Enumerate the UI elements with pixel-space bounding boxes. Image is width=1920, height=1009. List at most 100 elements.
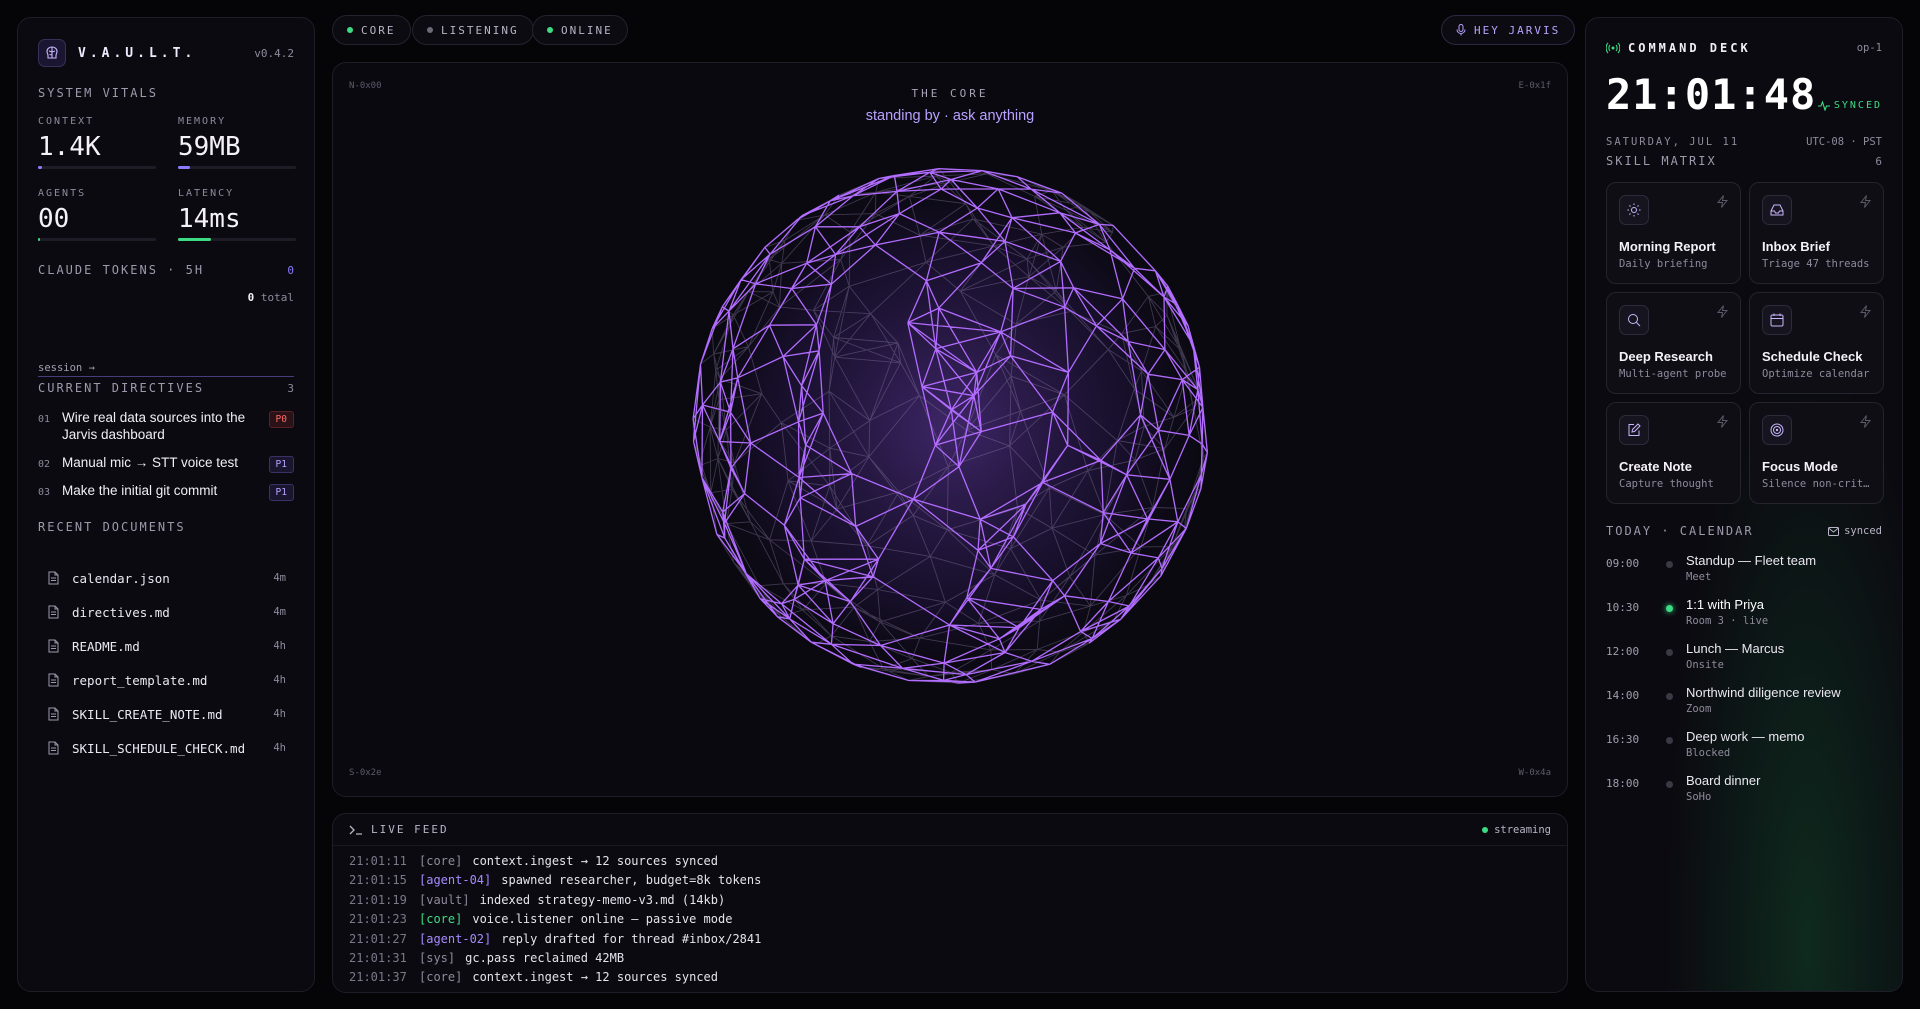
document-item[interactable]: README.md 4h: [38, 631, 294, 661]
file-icon: [48, 741, 59, 755]
file-icon: [48, 707, 59, 721]
event-time: 18:00: [1606, 777, 1640, 790]
session-link[interactable]: session →: [38, 362, 294, 377]
tokens-total: 0 total: [248, 291, 294, 304]
pulse-icon: [1817, 100, 1830, 111]
directive-item[interactable]: 02 Manual mic → STT voice test P1: [38, 454, 294, 473]
event-time: 14:00: [1606, 689, 1640, 702]
vital-label: AGENTS: [38, 188, 87, 199]
status-pill-online[interactable]: ONLINE: [532, 15, 628, 45]
document-name: calendar.json: [72, 570, 170, 586]
feed-message: voice.listener online — passive mode: [472, 912, 733, 927]
document-age: 4m: [273, 572, 286, 584]
vital-bar-fill: [38, 238, 41, 241]
event-title: Northwind diligence review: [1686, 685, 1841, 700]
hey-jarvis-label: HEY JARVIS: [1474, 23, 1561, 37]
document-item[interactable]: report_template.md 4h: [38, 665, 294, 695]
directive-number: 03: [38, 487, 51, 498]
status-pill-listening[interactable]: LISTENING: [412, 15, 534, 45]
calendar-event[interactable]: 10:30 1:1 with Priya Room 3 · live: [1606, 597, 1882, 637]
directive-text: Wire real data sources into the Jarvis d…: [62, 410, 246, 442]
directive-item[interactable]: 01 Wire real data sources into the Jarvis…: [38, 409, 294, 443]
tokens-total-suffix: total: [254, 291, 294, 304]
skill-description: Daily briefing: [1619, 258, 1708, 270]
skill-card-inbox-brief[interactable]: Inbox Brief Triage 47 threads: [1749, 182, 1884, 284]
feed-line: 21:01:37 [core] context.ingest → 12 source…: [349, 970, 1551, 989]
feed-source: [agent-04]: [419, 873, 492, 888]
feed-header: LIVE FEED streaming: [333, 814, 1567, 846]
calendar-icon: [1762, 305, 1792, 335]
feed-log: 21:01:11 [core] context.ingest → 12 source…: [333, 846, 1567, 990]
skill-card-create-note[interactable]: Create Note Capture thought: [1606, 402, 1741, 504]
bolt-icon: [1716, 415, 1729, 433]
event-title: Lunch — Marcus: [1686, 641, 1785, 656]
feed-source: [core]: [419, 912, 463, 927]
directives-count: 3: [287, 382, 294, 395]
document-age: 4h: [273, 674, 286, 686]
priority-badge: P1: [268, 456, 294, 473]
vital-value: 1.4K: [38, 132, 101, 162]
skill-card-focus-mode[interactable]: Focus Mode Silence non-criti…: [1749, 402, 1884, 504]
calendar-event[interactable]: 09:00 Standup — Fleet team Meet: [1606, 553, 1882, 593]
calendar-event[interactable]: 14:00 Northwind diligence review Zoom: [1606, 685, 1882, 725]
document-item[interactable]: SKILL_SCHEDULE_CHECK.md 4h: [38, 733, 294, 763]
directive-item[interactable]: 03 Make the initial git commit P1: [38, 482, 294, 501]
feed-line: 21:01:31 [sys] gc.pass reclaimed 42MB: [349, 951, 1551, 970]
status-pill-core[interactable]: CORE: [332, 15, 411, 45]
document-name: SKILL_CREATE_NOTE.md: [72, 706, 223, 722]
skill-name: Deep Research: [1619, 349, 1713, 364]
skill-description: Optimize calendar: [1762, 368, 1870, 380]
skill-card-deep-research[interactable]: Deep Research Multi-agent probe: [1606, 292, 1741, 394]
brand-header: V.A.U.L.T. v0.4.2: [38, 38, 294, 68]
skills-title: SKILL MATRIX: [1606, 154, 1717, 168]
skill-card-morning-report[interactable]: Morning Report Daily briefing: [1606, 182, 1741, 284]
date: SATURDAY, JUL 11: [1606, 136, 1740, 148]
terminal-icon: [349, 825, 362, 835]
event-time: 12:00: [1606, 645, 1640, 658]
calendar-event[interactable]: 16:30 Deep work — memo Blocked: [1606, 729, 1882, 769]
search-icon: [1619, 305, 1649, 335]
sync-status: SYNCED: [1817, 100, 1882, 111]
feed-time: 21:01:31: [349, 950, 407, 965]
calendar-event[interactable]: 12:00 Lunch — Marcus Onsite: [1606, 641, 1882, 681]
skill-name: Inbox Brief: [1762, 239, 1830, 254]
file-icon: [48, 571, 59, 585]
directive-number: 01: [38, 414, 51, 425]
skills-count: 6: [1875, 155, 1882, 168]
vital-label: MEMORY: [178, 116, 227, 127]
feed-title: LIVE FEED: [371, 823, 449, 836]
deck-op: op-1: [1856, 42, 1882, 54]
event-subtitle: Meet: [1686, 571, 1712, 583]
skill-card-schedule-check[interactable]: Schedule Check Optimize calendar: [1749, 292, 1884, 394]
feed-message: context.ingest → 12 sources synced: [472, 970, 718, 985]
document-item[interactable]: directives.md 4m: [38, 597, 294, 627]
deck-title: COMMAND DECK: [1628, 41, 1751, 55]
feed-source: [core]: [419, 970, 463, 985]
wireframe-sphere[interactable]: [686, 161, 1216, 691]
event-dot-icon: [1666, 737, 1673, 744]
document-name: directives.md: [72, 604, 170, 620]
document-age: 4h: [273, 640, 286, 652]
feed-message: spawned researcher, budget=8k tokens: [501, 873, 762, 888]
document-item[interactable]: calendar.json 4m: [38, 563, 294, 593]
core-subtitle: standing by · ask anything: [865, 108, 1035, 124]
calendar-event[interactable]: 18:00 Board dinner SoHo: [1606, 773, 1882, 813]
skill-description: Silence non-criti…: [1762, 478, 1875, 490]
live-dot-icon: [1666, 605, 1673, 612]
feed-time: 21:01:37: [349, 970, 407, 985]
feed-line: 21:01:15 [agent-04] spawned researcher, bu…: [349, 873, 1551, 892]
feed-time: 21:01:23: [349, 912, 407, 927]
hey-jarvis-button[interactable]: HEY JARVIS: [1441, 15, 1576, 45]
file-icon: [48, 605, 59, 619]
skill-description: Capture thought: [1619, 478, 1714, 490]
feed-message: reply drafted for thread #inbox/2841: [501, 931, 762, 946]
directive-text: Manual mic → STT voice test: [62, 455, 239, 470]
document-item[interactable]: SKILL_CREATE_NOTE.md 4h: [38, 699, 294, 729]
vital-label: LATENCY: [178, 188, 235, 199]
directive-number: 02: [38, 459, 51, 470]
feed-message: gc.pass reclaimed 42MB: [465, 950, 625, 965]
directives-title: CURRENT DIRECTIVES: [38, 381, 205, 395]
vital-agents: AGENTS 00: [38, 188, 156, 241]
core-panel: N-0x00 E-0x1f S-0x2e W-0x4a THE CORE sta…: [332, 62, 1568, 797]
status-dot-icon: [347, 27, 353, 33]
